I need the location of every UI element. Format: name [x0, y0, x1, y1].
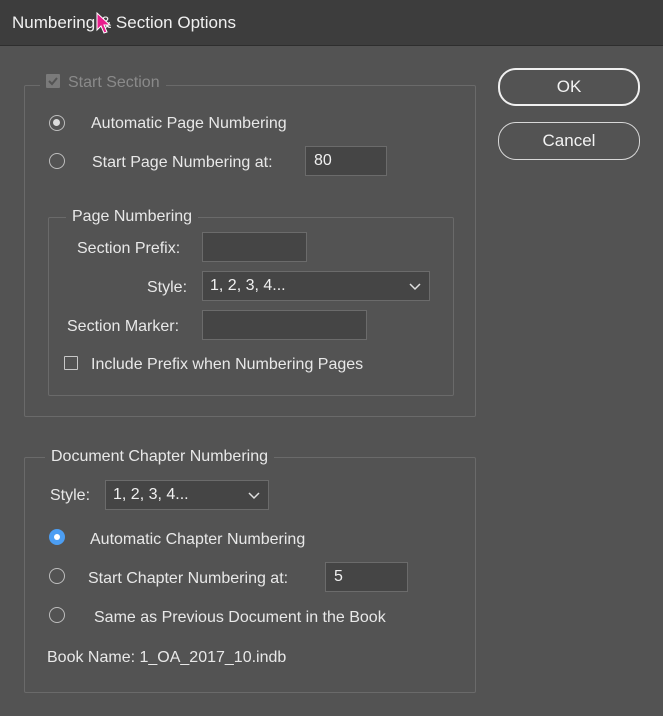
start-chapter-numbering-radio[interactable] [49, 568, 65, 584]
auto-chapter-numbering-label: Automatic Chapter Numbering [90, 531, 306, 548]
cancel-button-label: Cancel [542, 131, 596, 150]
chapter-style-label: Style: [50, 487, 91, 504]
start-chapter-numbering-label: Start Chapter Numbering at: [88, 570, 289, 587]
start-page-numbering-label: Start Page Numbering at: [92, 154, 273, 171]
start-section-label: Start Section [68, 74, 160, 91]
mouse-cursor-icon [96, 12, 112, 34]
section-prefix-label: Section Prefix: [77, 240, 181, 257]
ok-button[interactable]: OK [498, 68, 640, 106]
page-style-label: Style: [147, 279, 188, 296]
page-style-select[interactable]: 1, 2, 3, 4... [202, 271, 430, 301]
same-as-previous-label: Same as Previous Document in the Book [94, 609, 386, 626]
window-title: Numbering & Section Options [12, 13, 236, 32]
chapter-numbering-legend: Document Chapter Numbering [45, 448, 274, 466]
page-style-value: 1, 2, 3, 4... [210, 277, 286, 294]
section-prefix-input[interactable] [202, 232, 307, 262]
chevron-down-icon [248, 492, 260, 500]
section-marker-input[interactable] [202, 310, 367, 340]
chevron-down-icon [409, 283, 421, 291]
cancel-button[interactable]: Cancel [498, 122, 640, 160]
chapter-style-select[interactable]: 1, 2, 3, 4... [105, 480, 269, 510]
section-marker-label: Section Marker: [67, 318, 180, 335]
auto-page-numbering-radio[interactable] [49, 115, 65, 131]
start-page-numbering-input[interactable]: 80 [305, 146, 387, 176]
ok-button-label: OK [556, 77, 582, 96]
page-numbering-legend: Page Numbering [66, 208, 199, 226]
auto-page-numbering-label: Automatic Page Numbering [91, 115, 287, 132]
chapter-style-value: 1, 2, 3, 4... [113, 486, 189, 503]
start-section-legend: Start Section [40, 74, 166, 92]
include-prefix-label: Include Prefix when Numbering Pages [91, 356, 364, 373]
same-as-previous-radio[interactable] [49, 607, 65, 623]
start-chapter-numbering-input[interactable]: 5 [325, 562, 408, 592]
title-bar[interactable]: Numbering & Section Options [0, 0, 663, 46]
include-prefix-checkbox[interactable] [64, 356, 78, 370]
checkmark-icon [48, 77, 58, 86]
start-page-numbering-radio[interactable] [49, 153, 65, 169]
auto-chapter-numbering-radio[interactable] [49, 529, 65, 545]
book-name-label: Book Name: 1_OA_2017_10.indb [47, 649, 287, 666]
start-section-checkbox[interactable] [46, 74, 60, 88]
